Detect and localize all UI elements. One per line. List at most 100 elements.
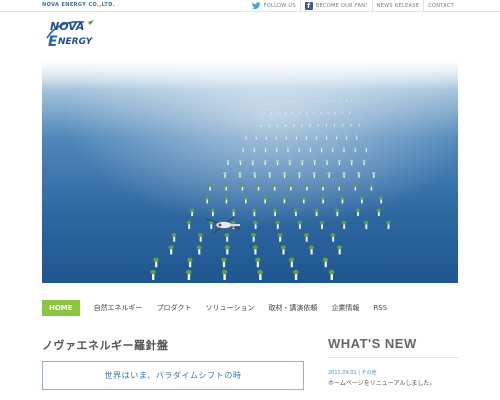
buoy-float	[277, 112, 279, 114]
buoy-float	[322, 199, 324, 204]
buoy-panel	[284, 110, 287, 113]
contact-link[interactable]: CONTACT	[423, 0, 458, 12]
buoy-panel	[376, 208, 381, 212]
buoy-panel	[267, 171, 272, 175]
buoy-panel	[238, 171, 242, 175]
buoy-float	[351, 161, 353, 166]
nav-interview-request[interactable]: 取材・講演依頼	[268, 300, 317, 316]
buoy-float	[336, 211, 339, 217]
buoy-panel	[319, 220, 325, 225]
buoy-panel	[276, 123, 279, 125]
become-fan-link[interactable]: f BECOME OUR FAN!	[299, 0, 372, 12]
buoy-panel	[317, 98, 319, 100]
buoy-float	[276, 161, 279, 166]
buoy-panel	[325, 135, 328, 138]
nav-home[interactable]: HOME	[42, 300, 80, 316]
buoy-float	[254, 249, 257, 255]
buoy-panel	[240, 184, 245, 187]
buoy-float	[338, 186, 340, 191]
hero-image	[42, 60, 458, 283]
nav-solutions[interactable]: ソリューション	[206, 300, 255, 316]
paradigm-shift-banner[interactable]: 世界はいま、パラダイムシフトの時	[42, 361, 304, 390]
buoy-float	[305, 137, 307, 140]
news-release-link[interactable]: NEWS RELEASE	[371, 0, 424, 12]
site-logo[interactable]: NOVA E NERGY	[44, 16, 104, 50]
buoy-float	[252, 161, 254, 166]
nav-products[interactable]: プロダクト	[157, 300, 192, 316]
buoy-panel	[264, 147, 267, 150]
buoy-float	[254, 174, 256, 178]
buoy-panel	[332, 86, 334, 88]
buoy-float	[283, 174, 286, 178]
buoy-panel	[280, 245, 286, 250]
buoy-panel	[275, 159, 279, 163]
buoy-float	[294, 211, 297, 217]
buoy-panel	[295, 98, 297, 100]
buoy-float	[334, 99, 336, 102]
news-item-link[interactable]: ホームページをリニューアルしました。	[328, 378, 435, 387]
buoy-float	[264, 199, 266, 204]
nav-natural-energy[interactable]: 自然エネルギー	[94, 300, 143, 316]
buoy-panel	[323, 98, 325, 100]
buoy-panel	[386, 220, 391, 225]
buoy-float	[306, 112, 308, 114]
buoy-float	[312, 99, 313, 102]
buoy-panel	[301, 196, 306, 200]
buoy-panel	[300, 123, 303, 125]
buoy-float	[315, 211, 318, 217]
main-nav: HOME 自然エネルギー プロダクト ソリューション 取材・講演依頼 企業情報 …	[42, 300, 458, 316]
buoy-panel	[336, 86, 338, 88]
buoy-panel	[241, 147, 245, 150]
logo-energy-text: NERGY	[58, 37, 94, 47]
buoy-float	[342, 124, 344, 127]
buoy-panel	[251, 159, 255, 163]
buoy-panel	[327, 86, 329, 88]
buoy-float	[255, 137, 257, 140]
buoy-panel	[286, 147, 290, 150]
buoy-panel	[337, 184, 341, 187]
buoy-float	[290, 261, 293, 268]
buoy-float	[188, 224, 191, 229]
buoy-float	[285, 112, 286, 114]
buoy-float	[299, 112, 300, 114]
buoy-panel	[196, 245, 202, 250]
buoy-panel	[372, 171, 376, 175]
buoy-float	[259, 274, 262, 280]
buoy-panel	[253, 171, 257, 175]
buoy-float	[345, 99, 347, 102]
buoy-float	[294, 274, 298, 280]
buoy-float	[330, 274, 333, 280]
buoy-panel	[277, 233, 283, 237]
buoy-panel	[295, 135, 298, 138]
buoy-panel	[297, 171, 301, 175]
buoy-panel	[244, 135, 248, 138]
buoy-panel	[256, 184, 261, 187]
buoy-float	[282, 249, 285, 255]
nav-company-info[interactable]: 企業情報	[331, 300, 359, 316]
buoy-panel	[189, 208, 195, 212]
buoy-panel	[308, 123, 312, 125]
buoy-float	[285, 124, 287, 127]
buoy-panel	[270, 110, 272, 113]
buoy-panel	[339, 98, 342, 100]
follow-us-link[interactable]: FOLLOW US	[248, 0, 300, 12]
buoy-float	[254, 224, 257, 229]
buoy-panel	[317, 123, 320, 125]
buoy-float	[298, 174, 301, 178]
buoy-panel	[379, 196, 383, 200]
buoy-float	[322, 186, 324, 191]
buoy-float	[269, 174, 271, 178]
buoy-panel	[252, 245, 258, 250]
nav-rss[interactable]: RSS	[373, 300, 387, 316]
buoy-float	[358, 174, 360, 178]
buoy-panel	[282, 196, 287, 200]
buoy-panel	[252, 208, 257, 212]
buoy-float	[327, 112, 329, 114]
buoy-float	[317, 124, 319, 127]
buoy-panel	[278, 98, 280, 100]
buoy-panel	[288, 184, 293, 187]
buoy-float	[279, 236, 282, 242]
buoy-panel	[336, 245, 343, 250]
buoy-panel	[298, 110, 301, 113]
buoy-float	[387, 224, 390, 229]
